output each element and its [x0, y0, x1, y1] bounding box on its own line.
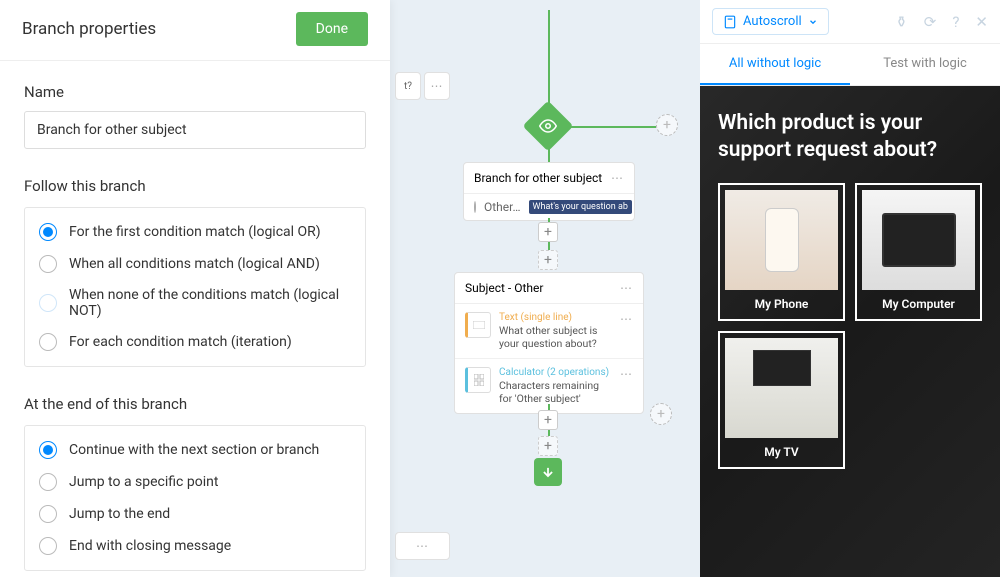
edge-node-bottom[interactable]: ⋯: [395, 532, 450, 560]
refresh-icon[interactable]: ⟳: [924, 13, 937, 31]
text-field-icon: [465, 312, 491, 338]
eye-icon: [539, 117, 557, 135]
autoscroll-dropdown[interactable]: Autoscroll: [712, 8, 829, 35]
add-branch-button[interactable]: +: [656, 114, 678, 136]
form-preview: Which product is your support request ab…: [700, 86, 1000, 577]
ellipsis-icon[interactable]: ⋯: [620, 367, 633, 405]
follow-option-iter[interactable]: For each condition match (iteration): [25, 326, 365, 358]
ellipsis-icon[interactable]: ⋯: [611, 171, 624, 185]
done-button[interactable]: Done: [296, 12, 368, 46]
ellipsis-icon[interactable]: ⋯: [620, 281, 633, 295]
add-slot-button[interactable]: +: [538, 250, 558, 270]
preview-question: Which product is your support request ab…: [718, 110, 982, 165]
properties-panel: Branch properties Done Name Follow this …: [0, 0, 390, 577]
tab-test-with-logic[interactable]: Test with logic: [850, 44, 1000, 85]
panel-title: Branch properties: [22, 19, 156, 39]
follow-option-or[interactable]: For the first condition match (logical O…: [25, 216, 365, 248]
help-icon[interactable]: ?: [952, 13, 959, 31]
follow-label: Follow this branch: [24, 177, 366, 195]
follow-option-not[interactable]: When none of the conditions match (logic…: [25, 280, 365, 326]
section-card[interactable]: Subject - Other⋯ Text (single line)What …: [454, 272, 644, 414]
add-item-button[interactable]: +: [538, 410, 558, 430]
arrow-down-icon: [541, 465, 555, 479]
calculator-icon: [465, 367, 491, 393]
preview-panel: Autoscroll ⚱ ⟳ ? ✕ All without logic Tes…: [700, 0, 1000, 577]
end-option-jump-end[interactable]: Jump to the end: [25, 498, 365, 530]
end-option-jump-point[interactable]: Jump to a specific point: [25, 466, 365, 498]
branch-card[interactable]: Branch for other subject⋯ Other…What's y…: [463, 162, 635, 221]
scroll-icon: [723, 15, 737, 29]
name-input[interactable]: [24, 111, 366, 149]
edge-node-trunc[interactable]: t?: [395, 72, 421, 100]
ellipsis-icon[interactable]: ⋯: [620, 312, 633, 350]
add-sibling-button[interactable]: +: [650, 403, 672, 425]
end-option-continue[interactable]: Continue with the next section or branch: [25, 434, 365, 466]
tab-all-without-logic[interactable]: All without logic: [700, 44, 850, 85]
close-icon[interactable]: ✕: [975, 13, 988, 31]
flow-canvas[interactable]: t? ⋯ ⋯ + Branch for other subject⋯ Other…: [390, 0, 700, 577]
edge-node-menu[interactable]: ⋯: [424, 72, 450, 100]
bottle-icon[interactable]: ⚱: [895, 13, 908, 31]
ellipsis-icon: ⋯: [431, 79, 444, 93]
add-condition-button[interactable]: +: [538, 222, 558, 242]
follow-option-and[interactable]: When all conditions match (logical AND): [25, 248, 365, 280]
name-label: Name: [24, 83, 366, 101]
condition-icon: [474, 201, 476, 213]
end-options: Continue with the next section or branch…: [24, 425, 366, 571]
option-my-phone[interactable]: My Phone: [718, 183, 845, 321]
chevron-down-icon: [808, 17, 818, 27]
follow-options: For the first condition match (logical O…: [24, 207, 366, 367]
option-my-computer[interactable]: My Computer: [855, 183, 982, 321]
end-label: At the end of this branch: [24, 395, 366, 413]
end-option-closing[interactable]: End with closing message: [25, 530, 365, 562]
option-my-tv[interactable]: My TV: [718, 331, 845, 469]
add-slot-button-2[interactable]: +: [538, 436, 558, 456]
continue-node[interactable]: [534, 458, 562, 486]
ellipsis-icon: ⋯: [416, 539, 429, 553]
